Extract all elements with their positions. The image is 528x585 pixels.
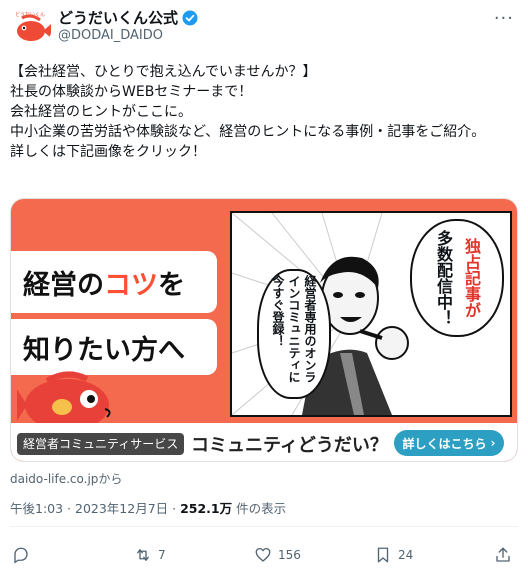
card-caption: 経営者コミュニティサービス [17,433,185,455]
bookmark-button[interactable]: 24 [374,546,413,564]
like-count: 156 [278,548,301,562]
share-button[interactable] [494,546,512,564]
tweet-line: 社長の体験談からWEBセミナーまで！ [10,84,253,100]
reply-icon [14,547,28,564]
tweet-text: 【会社経営、ひとりで抱え込んでいませんか？】 社長の体験談からWEBセミナーまで… [10,62,520,162]
details-button[interactable]: 詳しくはこちら › [394,430,504,456]
link-card[interactable]: 経営の コツ を 知りたい方へ 独占記事が 多数配信中！ 経営者専用のオンライン… [10,198,518,462]
card-bottom-title: コミュニティどうだい？ [191,435,388,456]
handle[interactable]: @DODAI_DAIDO [58,28,163,43]
fish-logo-icon: どうだいくん [15,11,51,41]
more-options-icon[interactable]: ··· [494,8,514,29]
retweet-icon [137,549,149,561]
reply-button[interactable] [12,546,36,564]
card-headline-1: 経営の コツ を [11,251,217,313]
badge-line-1: 独占記事が [462,238,481,318]
speech-bubble-exclusive: 独占記事が 多数配信中！ [410,219,504,337]
tweet-line: 会社経営のヒントがここに。 [10,104,192,120]
views-suffix: 件の表示 [232,501,287,516]
views-count: 252.1万 [180,501,233,516]
headline-post: を [158,269,185,301]
details-button-label: 詳しくはこちら [402,436,487,451]
tweet-meta: 午後1:03 · 2023年12月7日 · 252.1万 件の表示 [10,498,286,517]
action-bar: 7 156 24 [0,540,528,570]
headline-accent: コツ [104,269,158,301]
manga-illustration: 独占記事が 多数配信中！ 経営者専用のオンラインコミュニティに今すぐ登録！ [230,211,512,417]
speech-bubble-register: 経営者専用のオンラインコミュニティに今すぐ登録！ [257,269,331,399]
card-source-link[interactable]: daido-life.co.jpから [10,470,122,487]
bookmark-count: 24 [398,548,414,562]
verified-badge-icon [182,10,198,25]
display-name-text: どうだいくん公式 [58,9,179,27]
avatar-logo-text: どうだいくん [15,11,45,18]
manga-text: 経営者専用のオンラインコミュニティに今すぐ登録！ [271,275,317,383]
display-name[interactable]: どうだいくん公式 [58,7,198,28]
heart-icon [255,547,271,562]
tweet-time[interactable]: 午後1:03 · 2023年12月7日 · [10,501,180,516]
tweet-line: 中小企業の苦労話や体験談など、経営のヒントになる事例・記事をご紹介。 [10,124,486,140]
bookmark-icon [377,547,389,563]
like-button[interactable]: 156 [254,546,301,564]
tweet-header: どうだいくん どうだいくん公式 @DODAI_DAIDO ··· [0,0,528,52]
tweet-line: 【会社経営、ひとりで抱え込んでいませんか？】 [10,64,317,80]
tweet-line: 詳しくは下記画像をクリック！ [10,144,206,160]
headline-pre: 経営の [23,269,104,301]
divider [10,526,518,527]
share-icon [496,547,510,562]
card-headline-2: 知りたい方へ [11,319,217,375]
badge-line-2: 多数配信中！ [434,230,453,326]
retweet-button[interactable]: 7 [134,546,166,564]
retweet-count: 7 [158,548,166,562]
chevron-right-icon: › [490,436,496,450]
avatar[interactable]: どうだいくん [10,6,52,48]
